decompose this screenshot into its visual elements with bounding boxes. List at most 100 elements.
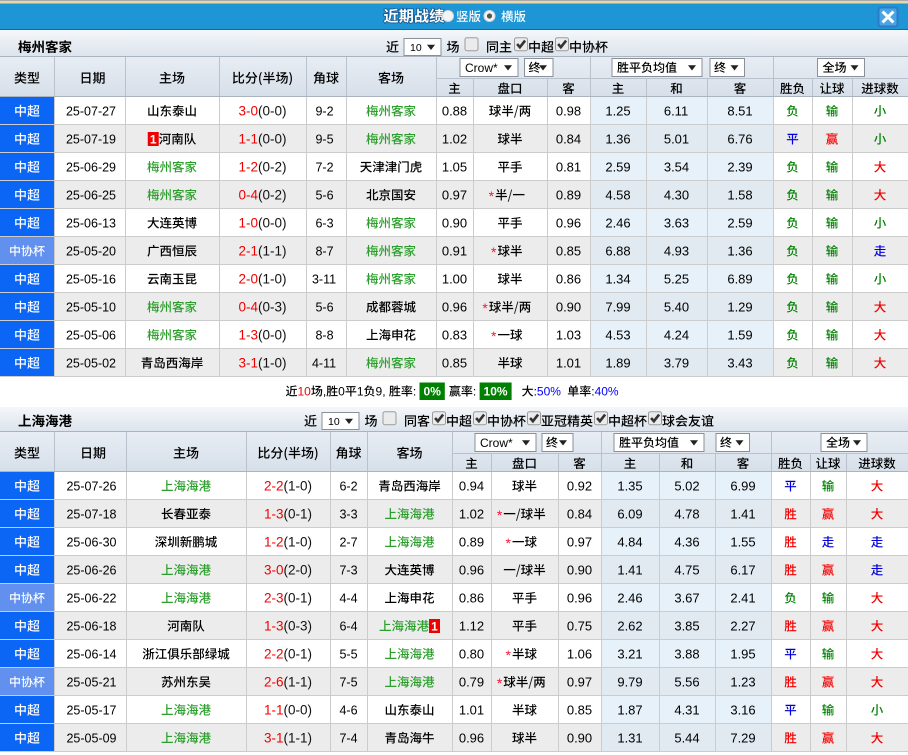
svg-text:*: *	[506, 647, 512, 663]
svg-text:1-3: 1-3	[264, 619, 284, 634]
svg-text:1.29: 1.29	[727, 300, 752, 315]
svg-text:25-07-18: 25-07-18	[66, 508, 116, 522]
svg-text:25-05-21: 25-05-21	[66, 676, 116, 690]
svg-text:1.31: 1.31	[617, 731, 642, 746]
svg-text:0-4: 0-4	[238, 188, 258, 203]
svg-text:0.96: 0.96	[442, 300, 467, 315]
svg-text:2.59: 2.59	[605, 160, 630, 175]
svg-text:0.94: 0.94	[459, 479, 484, 494]
svg-text:(0-0): (0-0)	[258, 328, 287, 343]
svg-text:0.84: 0.84	[567, 507, 592, 522]
svg-text:0.85: 0.85	[442, 356, 467, 371]
svg-text:1.95: 1.95	[730, 647, 755, 662]
svg-text:,: ,	[323, 385, 326, 399]
svg-text:8-8: 8-8	[315, 329, 333, 343]
svg-text:0-4: 0-4	[238, 300, 258, 315]
svg-text:2.59: 2.59	[727, 216, 752, 231]
svg-text:7-2: 7-2	[315, 161, 333, 175]
svg-text:0.88: 0.88	[442, 104, 467, 119]
svg-text:1-2: 1-2	[238, 160, 258, 175]
svg-text:4.53: 4.53	[605, 328, 630, 343]
svg-text:0.90: 0.90	[442, 216, 467, 231]
svg-text:6-2: 6-2	[339, 480, 357, 494]
svg-text:1.35: 1.35	[617, 479, 642, 494]
svg-text:0.97: 0.97	[442, 188, 467, 203]
svg-text:5.25: 5.25	[664, 272, 689, 287]
svg-text:1.01: 1.01	[556, 356, 581, 371]
svg-text:(1-1): (1-1)	[258, 244, 287, 259]
svg-text:4.75: 4.75	[674, 563, 699, 578]
svg-text:7-5: 7-5	[339, 676, 357, 690]
svg-text:0.84: 0.84	[556, 132, 581, 147]
svg-text:4.58: 4.58	[605, 188, 630, 203]
svg-text:0%: 0%	[424, 385, 442, 399]
svg-text:(1-1): (1-1)	[284, 675, 313, 690]
svg-text:7.99: 7.99	[605, 300, 630, 315]
svg-text:50%: 50%	[537, 385, 561, 399]
svg-text:1-2: 1-2	[264, 535, 284, 550]
svg-text:1.34: 1.34	[605, 272, 630, 287]
svg-text:0.98: 0.98	[556, 104, 581, 119]
svg-text:8-7: 8-7	[315, 245, 333, 259]
svg-text:5.02: 5.02	[674, 479, 699, 494]
svg-text:1-0: 1-0	[238, 216, 258, 231]
svg-text::: :	[473, 385, 476, 399]
svg-text:0.86: 0.86	[459, 591, 484, 606]
svg-text:1.03: 1.03	[556, 328, 581, 343]
svg-text:1.25: 1.25	[605, 104, 630, 119]
svg-text:5.56: 5.56	[674, 675, 699, 690]
svg-text:(2-0): (2-0)	[284, 563, 313, 578]
svg-text:0.90: 0.90	[567, 731, 592, 746]
svg-text:10: 10	[328, 416, 340, 428]
svg-text:3-1: 3-1	[264, 731, 284, 746]
svg-text:2.46: 2.46	[605, 216, 630, 231]
svg-text:(0-1): (0-1)	[284, 647, 313, 662]
svg-text:1.06: 1.06	[567, 647, 592, 662]
svg-text:6-3: 6-3	[315, 217, 333, 231]
svg-text:*: *	[489, 188, 495, 204]
svg-text:(1-0): (1-0)	[284, 535, 313, 550]
svg-text:0.81: 0.81	[556, 160, 581, 175]
svg-text:4.93: 4.93	[664, 244, 689, 259]
svg-text:4.24: 4.24	[664, 328, 689, 343]
svg-text:0.89: 0.89	[459, 535, 484, 550]
svg-text:6.76: 6.76	[727, 132, 752, 147]
svg-text:0.75: 0.75	[567, 619, 592, 634]
svg-text:(1-0): (1-0)	[258, 272, 287, 287]
svg-text:1.12: 1.12	[459, 619, 484, 634]
svg-text:(0-3): (0-3)	[284, 619, 313, 634]
svg-text:5-5: 5-5	[339, 648, 357, 662]
svg-text:Crow*: Crow*	[480, 436, 513, 450]
svg-text:3.79: 3.79	[664, 356, 689, 371]
svg-text:25-05-17: 25-05-17	[66, 704, 116, 718]
svg-text:25-06-26: 25-06-26	[66, 564, 116, 578]
svg-text:3-1: 3-1	[238, 356, 258, 371]
svg-text:0.92: 0.92	[567, 479, 592, 494]
svg-text:0.96: 0.96	[556, 216, 581, 231]
svg-text:1.05: 1.05	[442, 160, 467, 175]
svg-text:1-3: 1-3	[264, 507, 284, 522]
svg-text:25-05-06: 25-05-06	[66, 329, 116, 343]
svg-text:1.87: 1.87	[617, 703, 642, 718]
svg-text:(0-0): (0-0)	[284, 703, 313, 718]
svg-text:3.16: 3.16	[730, 703, 755, 718]
svg-text:2-0: 2-0	[238, 272, 258, 287]
svg-text:1.59: 1.59	[727, 328, 752, 343]
svg-text:1.36: 1.36	[727, 244, 752, 259]
svg-text:5.01: 5.01	[664, 132, 689, 147]
svg-text:0.97: 0.97	[567, 535, 592, 550]
svg-text:6.17: 6.17	[730, 563, 755, 578]
svg-text:25-06-18: 25-06-18	[66, 620, 116, 634]
svg-text:5.44: 5.44	[674, 731, 699, 746]
svg-text:1: 1	[357, 385, 364, 399]
svg-text:6.88: 6.88	[605, 244, 630, 259]
svg-text:(0-2): (0-2)	[258, 188, 287, 203]
svg-text:25-05-09: 25-05-09	[66, 732, 116, 746]
svg-text:3.85: 3.85	[674, 619, 699, 634]
svg-text:1-1: 1-1	[264, 703, 284, 718]
svg-text:10: 10	[298, 385, 312, 399]
svg-text:0.89: 0.89	[556, 188, 581, 203]
svg-text:0.96: 0.96	[459, 563, 484, 578]
svg-text:2-7: 2-7	[339, 536, 357, 550]
svg-text:3-3: 3-3	[339, 508, 357, 522]
